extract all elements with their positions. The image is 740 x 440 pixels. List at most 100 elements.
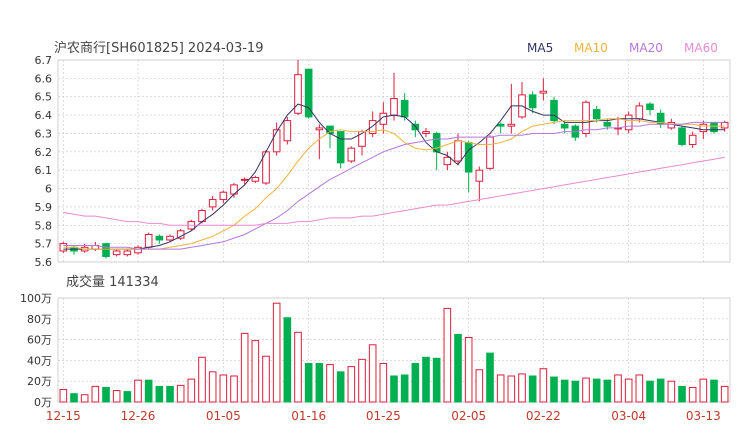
- candle: [646, 102, 654, 116]
- volume-bar: [390, 375, 398, 403]
- volume-bar: [614, 374, 622, 403]
- volume-bar: [368, 344, 377, 403]
- price-tick-label: 5.8: [35, 219, 53, 232]
- candle-body: [123, 250, 132, 256]
- volume-bar: [400, 374, 409, 403]
- candle: [315, 124, 324, 160]
- ma10-label: MA10: [574, 41, 608, 55]
- ma-legend: MA5 MA10 MA20 MA60: [527, 41, 718, 55]
- volume-bar: [272, 302, 281, 403]
- volume-tick-label: 0万: [34, 396, 52, 409]
- candle: [710, 121, 718, 134]
- candle: [678, 126, 686, 147]
- ma60-label: MA60: [684, 41, 718, 55]
- candle: [656, 109, 665, 128]
- candle-body: [144, 233, 153, 248]
- volume-bar: [646, 380, 654, 403]
- volume-bar: [656, 378, 665, 403]
- date-tick-label: 12-15: [46, 409, 81, 423]
- candle-body: [336, 131, 345, 164]
- volume-bar: [80, 394, 89, 403]
- volume-bar: [699, 378, 708, 403]
- volume-bar: [720, 385, 729, 403]
- volume-bar: [678, 385, 686, 403]
- candle-body: [550, 99, 558, 122]
- candle: [155, 234, 164, 244]
- candle-body: [304, 68, 313, 118]
- candle: [379, 102, 388, 134]
- volume-bar: [603, 379, 612, 403]
- volume-bar: [240, 332, 249, 403]
- price-y-axis: 6.7 6.6 6.5 6.4 6.3 6.2 6.1 6 5.9 5.8 5.7 5.6: [35, 54, 53, 269]
- volume-bar: [688, 386, 697, 403]
- volume-bar: [454, 333, 462, 403]
- volume-tick-label: 60万: [27, 334, 52, 347]
- volume-tick-label: 40万: [27, 354, 52, 367]
- price-tick-label: 5.6: [35, 256, 53, 269]
- candle-body: [390, 98, 398, 116]
- volume-bar: [358, 358, 366, 403]
- price-tick-label: 6.4: [35, 109, 53, 122]
- volume-bar: [326, 364, 334, 403]
- candle: [688, 131, 697, 149]
- candle-body: [294, 74, 302, 114]
- candle: [454, 133, 462, 165]
- candle-body: [624, 114, 633, 131]
- volume-bar: [112, 390, 121, 403]
- volume-bar: [59, 389, 68, 403]
- volume-bar: [379, 363, 388, 403]
- volume-bar: [432, 357, 441, 403]
- volume-bar: [443, 307, 452, 403]
- volume-bar: [176, 384, 185, 403]
- candle-body: [603, 121, 612, 127]
- candle-body: [155, 235, 164, 241]
- candle: [518, 82, 526, 119]
- volume-bar: [635, 374, 644, 403]
- price-tick-label: 6.7: [35, 54, 53, 67]
- candle: [134, 245, 142, 255]
- price-tick-label: 6.2: [35, 146, 53, 159]
- candle-body: [251, 177, 260, 182]
- candle-body: [102, 243, 110, 257]
- candle: [486, 135, 494, 171]
- candle: [432, 131, 441, 171]
- candle: [347, 146, 356, 163]
- volume-bar: [710, 379, 718, 403]
- price-tick-label: 5.7: [35, 238, 53, 251]
- volume-bar: [475, 369, 484, 403]
- date-tick-label: 03-04: [611, 409, 646, 423]
- candle-body: [283, 120, 292, 142]
- volume-bar: [315, 363, 324, 403]
- candle: [219, 190, 228, 204]
- candle-body: [646, 103, 654, 111]
- volume-bar: [70, 393, 78, 403]
- candle: [102, 243, 110, 259]
- candle: [422, 127, 430, 138]
- candle-body: [208, 199, 217, 208]
- price-tick-label: 6: [45, 183, 52, 196]
- candle: [240, 177, 249, 185]
- candle-body: [134, 246, 142, 254]
- candle-body: [443, 156, 452, 166]
- candle-body: [112, 250, 121, 256]
- volume-bar: [336, 371, 345, 403]
- candle-body: [486, 136, 494, 169]
- date-tick-label: 01-16: [291, 409, 326, 423]
- volume-bar: [262, 355, 270, 403]
- ma5-label: MA5: [527, 41, 553, 55]
- date-tick-label: 12-26: [121, 409, 156, 423]
- volume-bar: [528, 375, 537, 403]
- volume-bar: [198, 356, 206, 403]
- candle-body: [539, 90, 548, 94]
- volume-bar: [166, 385, 174, 403]
- candle-body: [496, 123, 505, 127]
- date-tick-label: 01-05: [206, 409, 241, 423]
- candle-body: [166, 235, 174, 241]
- candle: [475, 166, 484, 202]
- candle: [283, 116, 292, 145]
- stock-title: 沪农商行[SH601825] 2024-03-19: [54, 40, 263, 56]
- date-tick-label: 01-25: [366, 409, 401, 423]
- volume-bar: [422, 356, 430, 403]
- ma10-line: [63, 118, 725, 250]
- date-tick-label: 02-22: [526, 409, 561, 423]
